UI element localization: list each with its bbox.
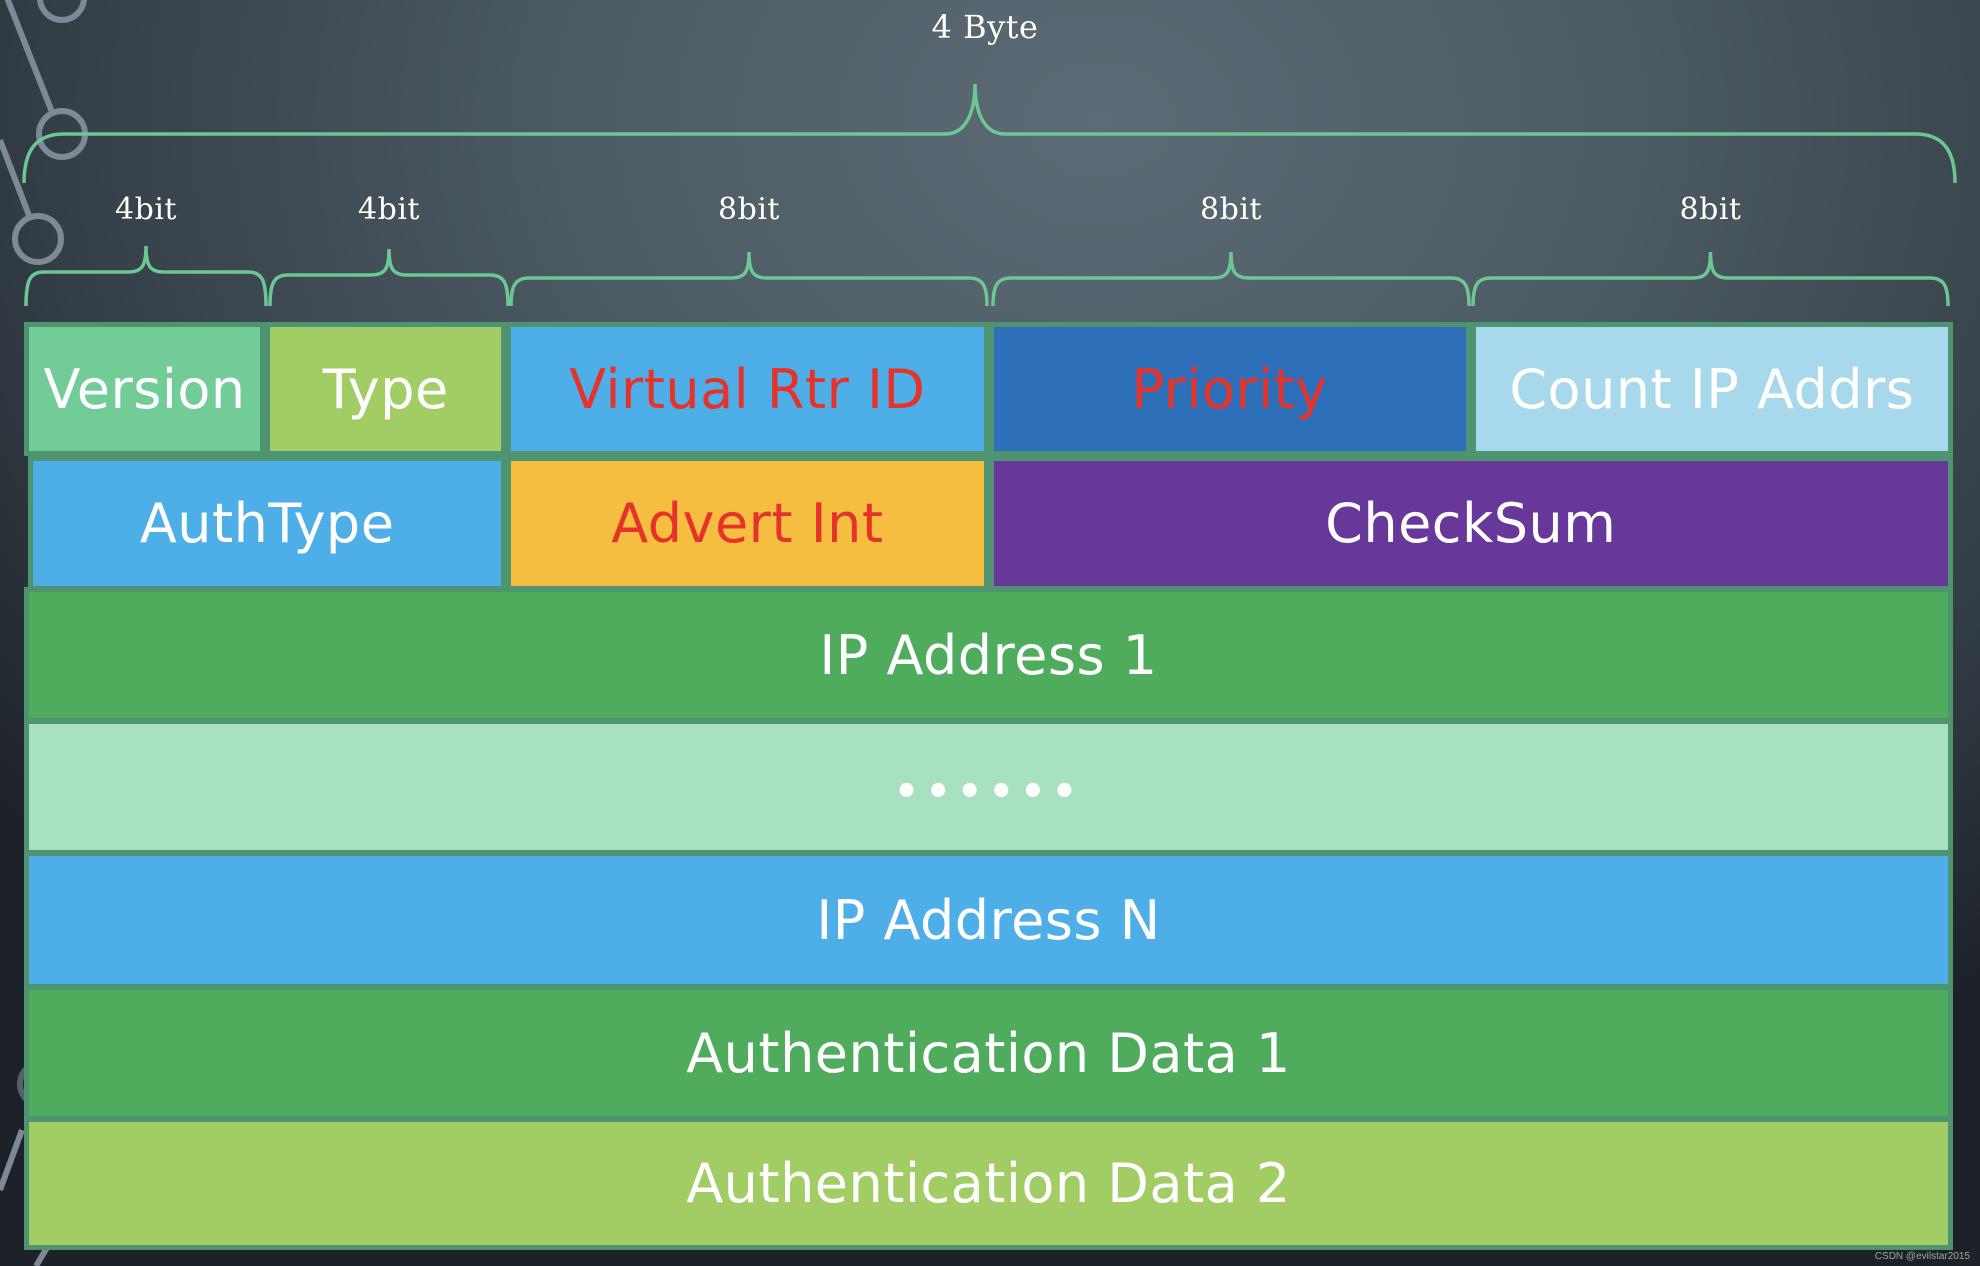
field-ip-address-n: IP Address N xyxy=(24,851,1953,989)
field-label: •••••• xyxy=(893,769,1084,815)
field-authentication-data-1: Authentication Data 1 xyxy=(24,985,1953,1121)
bit-width-label: 8bit xyxy=(718,192,780,227)
field-type: Type xyxy=(265,322,507,456)
field-priority: Priority xyxy=(988,322,1471,456)
field-label: AuthType xyxy=(139,492,395,555)
bit-brace xyxy=(509,251,989,307)
field-label: IP Address N xyxy=(816,888,1161,952)
field-label: Priority xyxy=(1131,357,1328,421)
bit-width-label: 4bit xyxy=(115,192,177,227)
field-ip-address-1: IP Address 1 xyxy=(24,587,1953,723)
bit-width-label: 4bit xyxy=(358,192,420,227)
field-label: Version xyxy=(43,357,246,421)
bit-brace xyxy=(24,245,268,307)
field-checksum: CheckSum xyxy=(988,456,1953,591)
field-label: Count IP Addrs xyxy=(1509,357,1915,421)
field-label: IP Address 1 xyxy=(819,623,1158,687)
bit-width-label: 8bit xyxy=(1679,192,1742,227)
field-label: CheckSum xyxy=(1325,492,1617,555)
field-label: Authentication Data 2 xyxy=(686,1152,1291,1215)
bit-brace xyxy=(991,251,1471,307)
field-label: Type xyxy=(322,357,449,421)
field-authentication-data-2: Authentication Data 2 xyxy=(24,1117,1953,1250)
field-label: Advert Int xyxy=(611,492,884,555)
field-authtype: AuthType xyxy=(28,456,507,591)
field-virtual-rtr-id: Virtual Rtr ID xyxy=(506,322,989,456)
watermark: CSDN @evilstar2015 xyxy=(1874,1251,1970,1262)
field-version: Version xyxy=(24,322,266,456)
bit-brace xyxy=(268,248,510,307)
field-label: Virtual Rtr ID xyxy=(569,357,926,421)
field-label: Authentication Data 1 xyxy=(686,1021,1291,1085)
bit-brace xyxy=(1471,251,1950,307)
bit-width-label: 8bit xyxy=(1200,192,1262,227)
byte-brace xyxy=(22,83,1957,184)
field-ellipsis: •••••• xyxy=(24,719,1953,855)
bit-braces xyxy=(22,83,1957,307)
field-count-ip-addrs: Count IP Addrs xyxy=(1470,322,1953,456)
field-advert-int: Advert Int xyxy=(506,456,989,591)
byte-width-label: 4 Byte xyxy=(931,8,1039,46)
